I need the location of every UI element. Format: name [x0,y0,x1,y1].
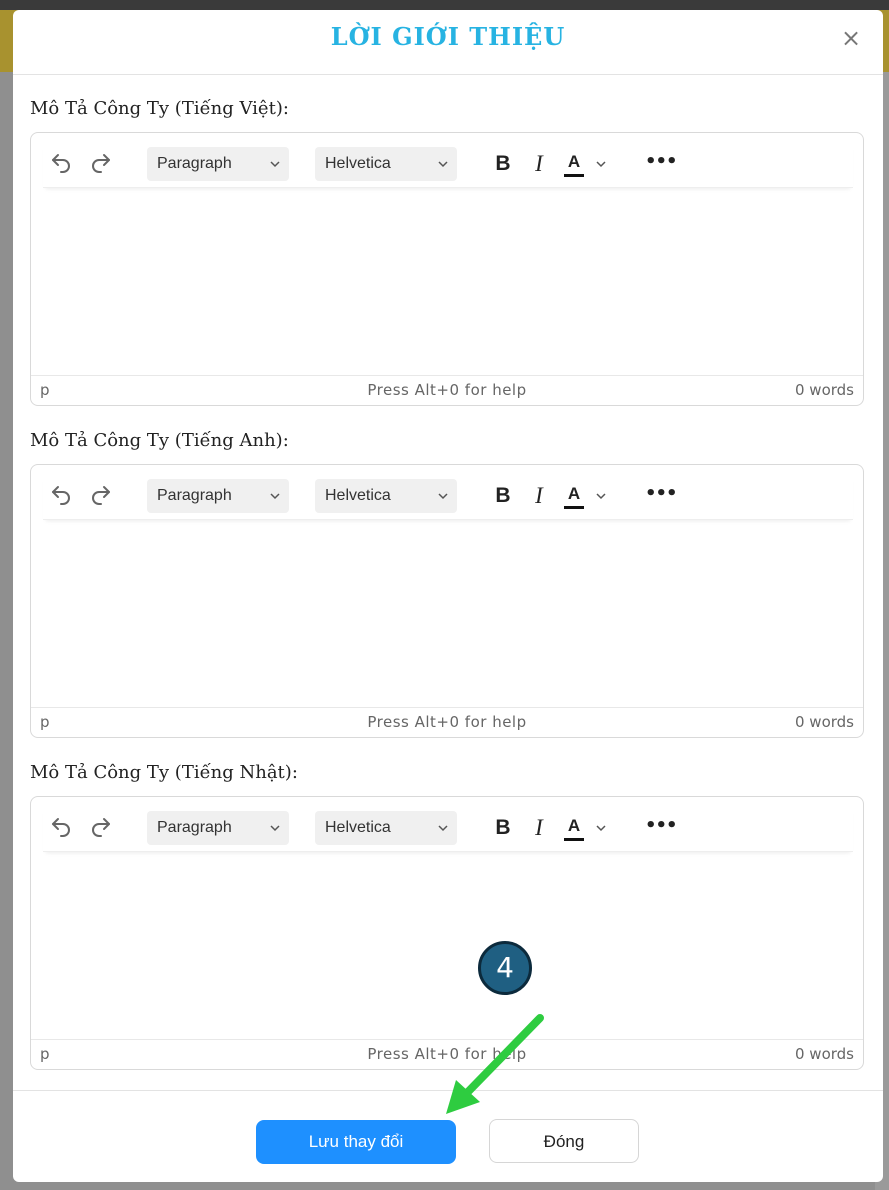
font-family-value: Helvetica [325,155,391,172]
chevron-down-icon[interactable] [595,822,607,834]
text-color-icon: A [567,484,581,503]
bold-button[interactable]: B [491,813,515,843]
step-number-badge: 4 [478,941,532,995]
save-changes-button[interactable]: Lưu thay đổi [256,1120,456,1164]
chevron-down-icon [438,493,448,500]
chevron-down-icon [438,161,448,168]
text-color-swatch [564,174,584,177]
chevron-down-icon[interactable] [595,158,607,170]
text-color-swatch [564,838,584,841]
chevron-down-icon [270,493,280,500]
italic-button[interactable]: I [527,813,551,843]
word-count[interactable]: 0 words [795,713,854,731]
editor-toolbar: Paragraph Helvetica B I A ••• [43,141,853,188]
block-format-select[interactable]: Paragraph [147,147,289,181]
text-color-button[interactable]: A [561,813,611,843]
block-format-select[interactable]: Paragraph [147,479,289,513]
word-count[interactable]: 0 words [795,381,854,399]
more-options-button[interactable]: ••• [645,481,678,511]
redo-icon[interactable] [89,815,113,839]
text-color-icon: A [567,816,581,835]
editor-toolbar: Paragraph Helvetica B I A ••• [43,473,853,520]
font-family-select[interactable]: Helvetica [315,479,457,513]
editor-statusbar: p Press Alt+0 for help 0 words [31,375,863,405]
editor-statusbar: p Press Alt+0 for help 0 words [31,1039,863,1069]
intro-modal: LỜI GIỚI THIỆU × Mô Tả Công Ty (Tiếng Vi… [13,10,883,1182]
font-family-value: Helvetica [325,819,391,836]
text-color-button[interactable]: A [561,481,611,511]
close-icon[interactable]: × [837,24,865,52]
undo-icon[interactable] [49,151,73,175]
label-vietnamese: Mô Tả Công Ty (Tiếng Việt): [30,98,289,119]
chevron-down-icon [270,825,280,832]
undo-icon[interactable] [49,815,73,839]
text-color-icon: A [567,152,581,171]
word-count[interactable]: 0 words [795,1045,854,1063]
text-color-button[interactable]: A [561,149,611,179]
editor-content-area[interactable] [43,855,853,1035]
bold-button[interactable]: B [491,149,515,179]
editor-english: Paragraph Helvetica B I A ••• p Press Al… [30,464,864,738]
help-hint: Press Alt+0 for help [367,381,527,399]
editor-toolbar: Paragraph Helvetica B I A ••• [43,805,853,852]
help-hint: Press Alt+0 for help [367,1045,527,1063]
label-japanese: Mô Tả Công Ty (Tiếng Nhật): [30,762,298,783]
modal-footer: Lưu thay đổi Đóng [13,1090,883,1182]
close-button[interactable]: Đóng [489,1119,639,1163]
label-english: Mô Tả Công Ty (Tiếng Anh): [30,430,289,451]
font-family-value: Helvetica [325,487,391,504]
help-hint: Press Alt+0 for help [367,713,527,731]
chevron-down-icon [438,825,448,832]
editor-japanese: Paragraph Helvetica B I A ••• p Press Al… [30,796,864,1070]
chevron-down-icon [270,161,280,168]
bold-button[interactable]: B [491,481,515,511]
editor-content-area[interactable] [43,523,853,703]
italic-button[interactable]: I [527,149,551,179]
redo-icon[interactable] [89,483,113,507]
block-format-value: Paragraph [157,155,232,172]
font-family-select[interactable]: Helvetica [315,147,457,181]
modal-header: LỜI GIỚI THIỆU × [13,10,883,75]
redo-icon[interactable] [89,151,113,175]
font-family-select[interactable]: Helvetica [315,811,457,845]
more-options-button[interactable]: ••• [645,149,678,179]
block-format-value: Paragraph [157,487,232,504]
block-format-select[interactable]: Paragraph [147,811,289,845]
block-format-value: Paragraph [157,819,232,836]
backdrop-top-bar [0,0,889,10]
editor-vietnamese: Paragraph Helvetica B I A ••• p Press Al… [30,132,864,406]
undo-icon[interactable] [49,483,73,507]
chevron-down-icon[interactable] [595,490,607,502]
more-options-button[interactable]: ••• [645,813,678,843]
editor-statusbar: p Press Alt+0 for help 0 words [31,707,863,737]
modal-title: LỜI GIỚI THIỆU [330,22,566,51]
italic-button[interactable]: I [527,481,551,511]
editor-content-area[interactable] [43,191,853,371]
text-color-swatch [564,506,584,509]
